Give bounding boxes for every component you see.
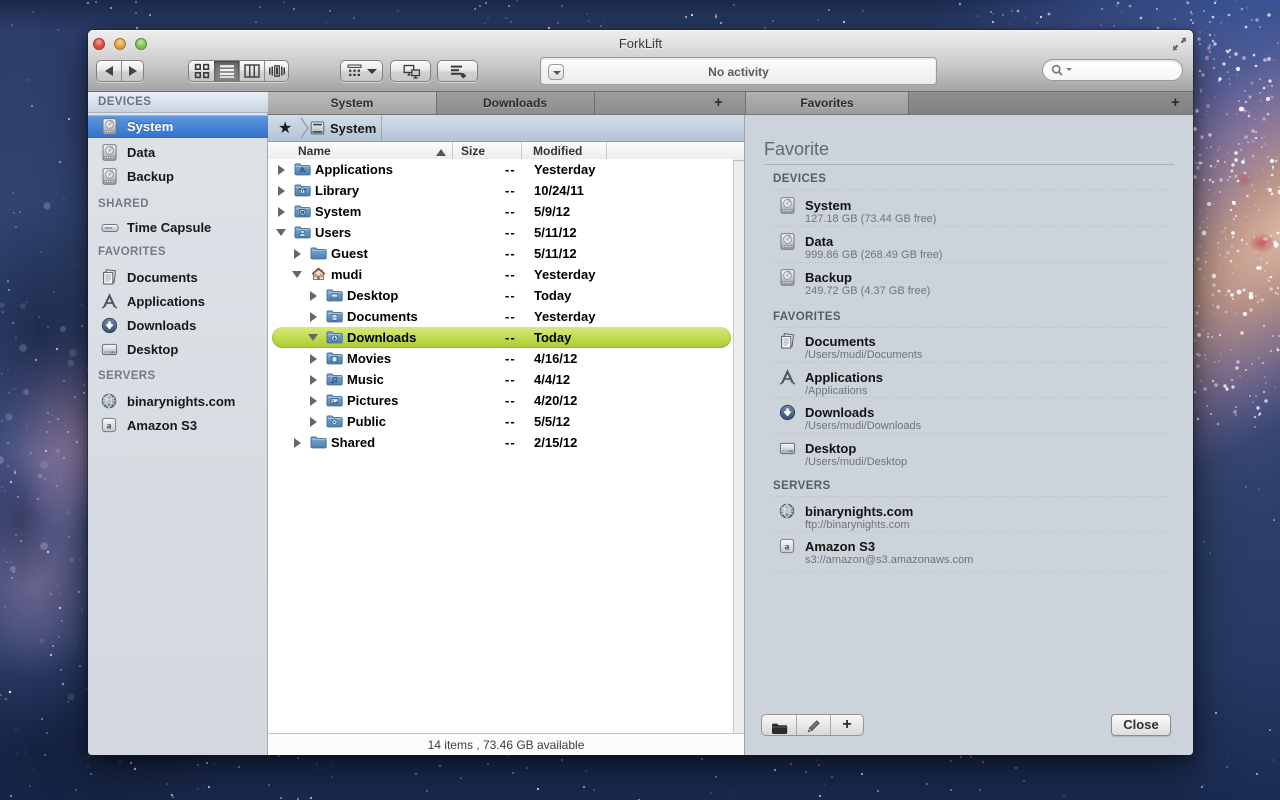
- svg-text:a: a: [107, 421, 112, 431]
- svg-text:a: a: [785, 543, 790, 553]
